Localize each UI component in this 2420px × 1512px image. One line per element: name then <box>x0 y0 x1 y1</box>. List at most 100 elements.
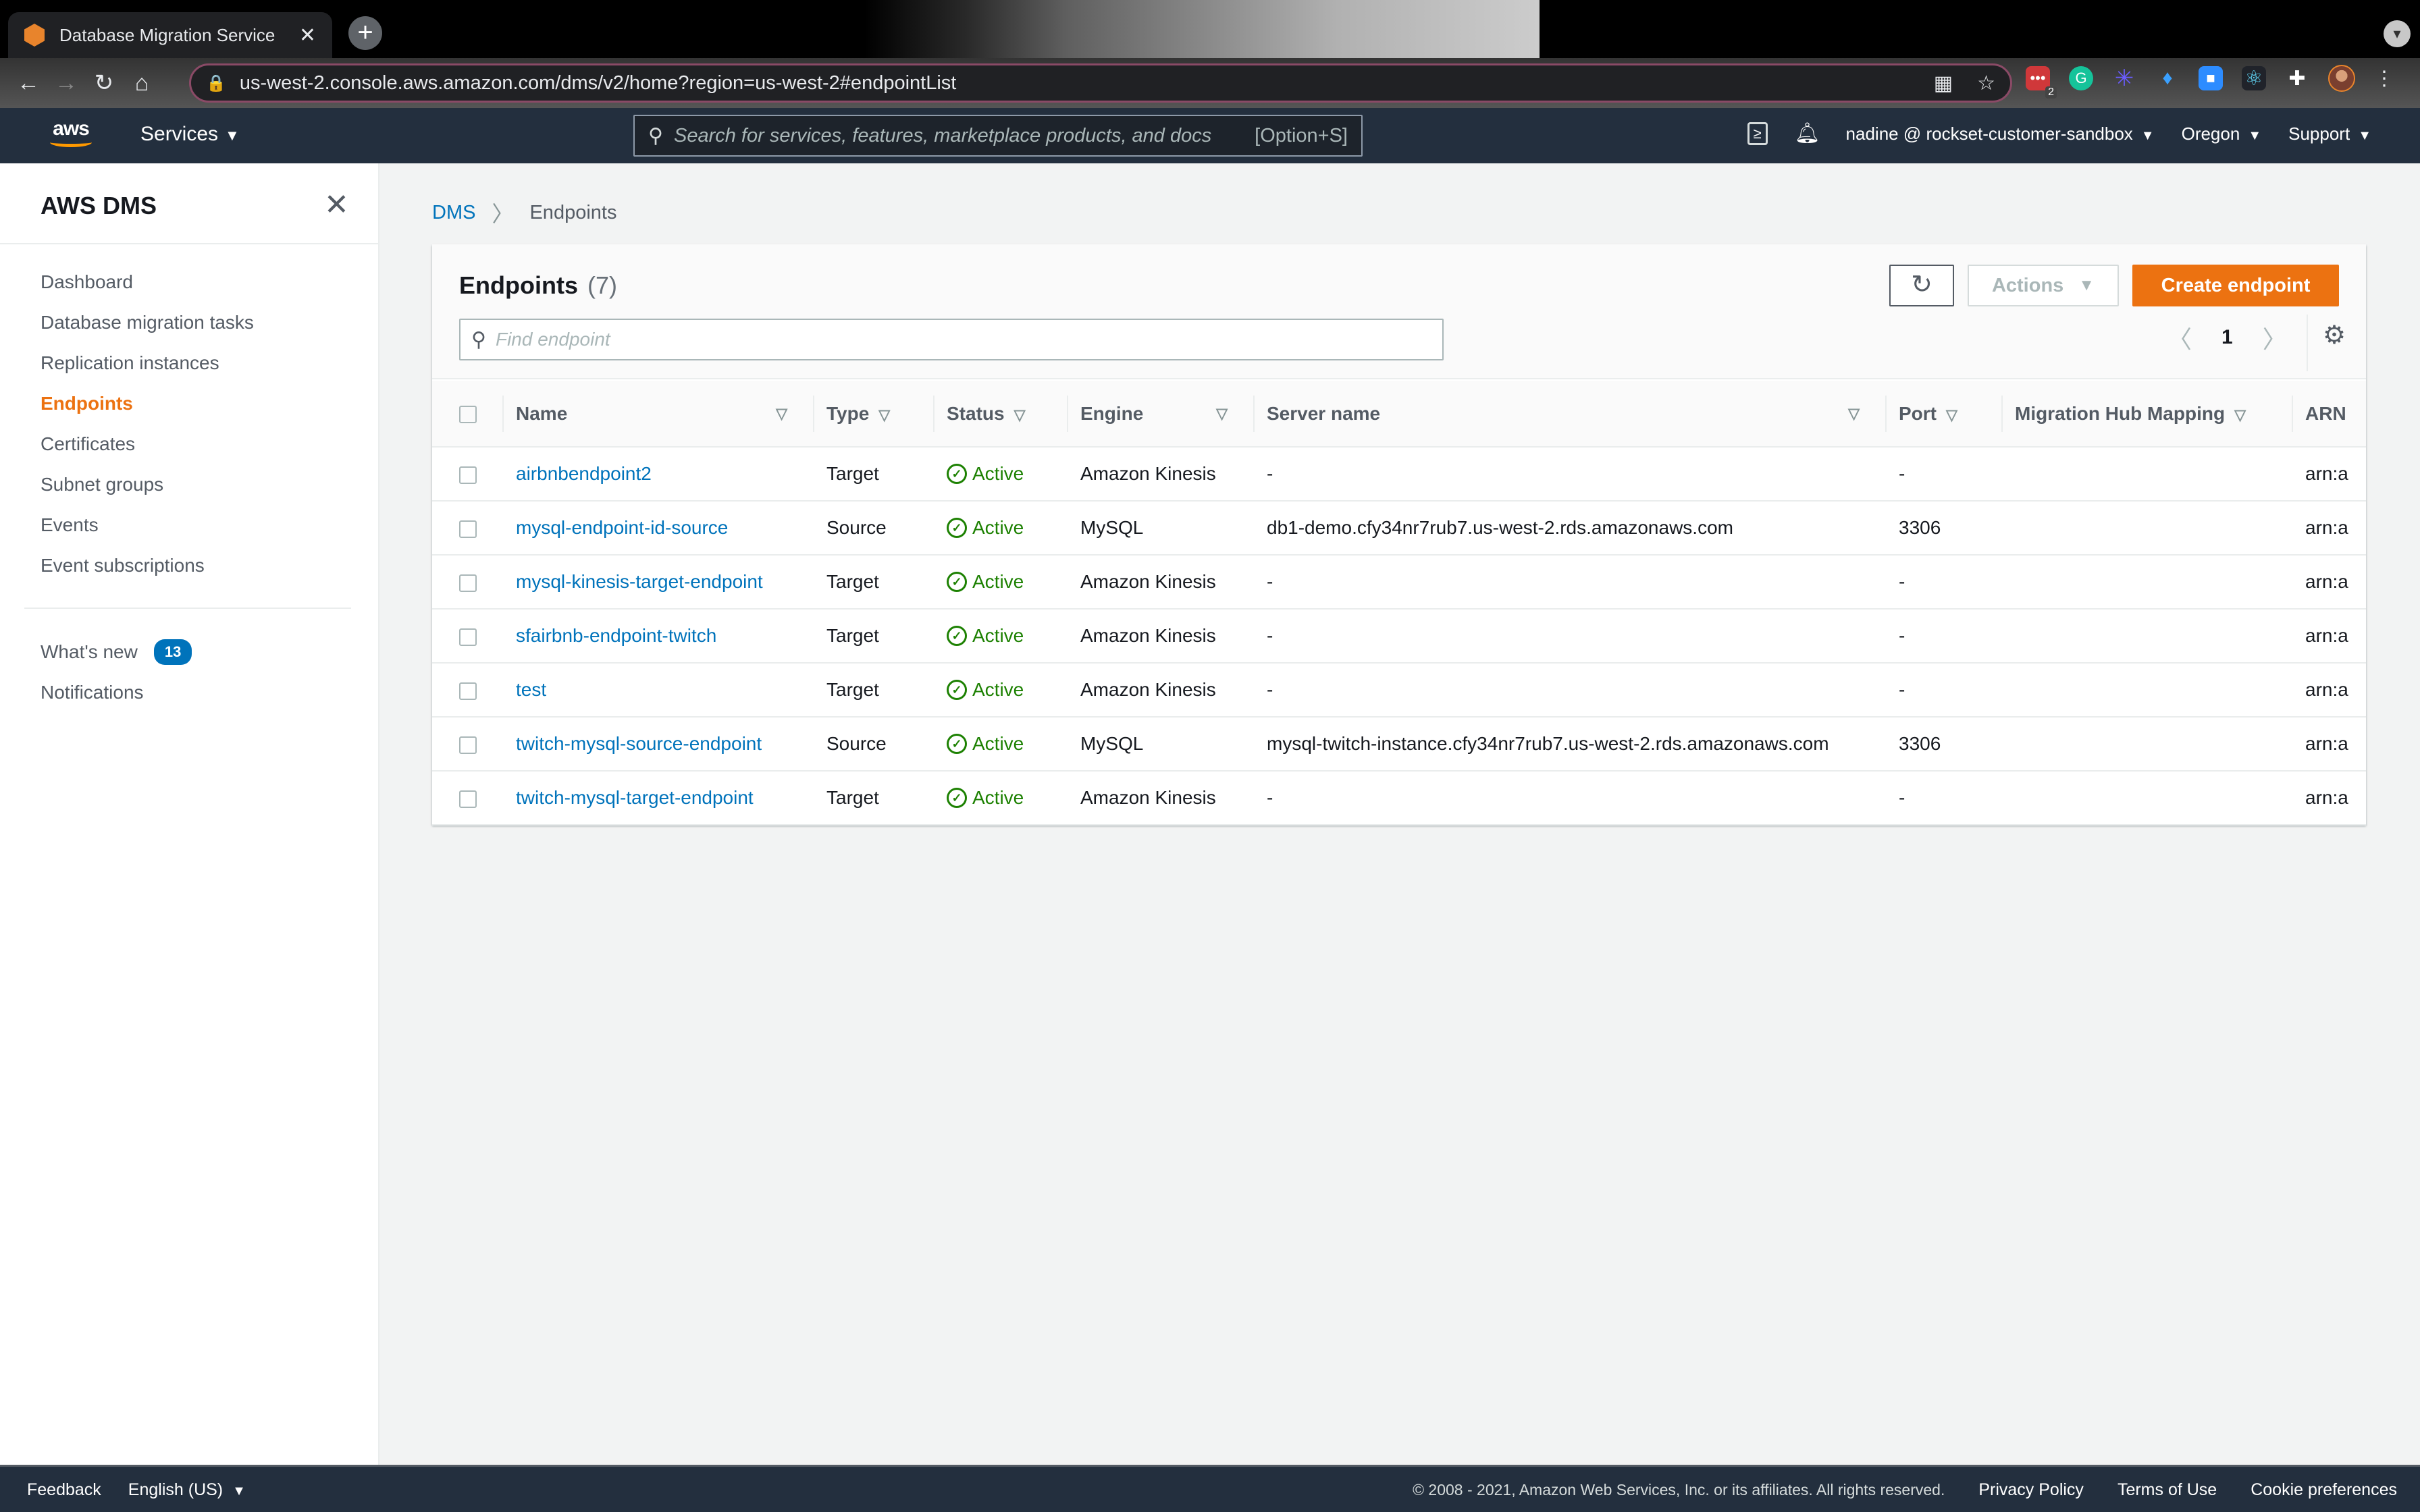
row-checkbox[interactable] <box>459 466 477 484</box>
column-header-port[interactable]: Port ▽ <box>1887 381 2003 447</box>
check-circle-icon: ✓ <box>947 626 967 646</box>
sidebar-item-dashboard[interactable]: Dashboard <box>41 262 254 302</box>
new-tab-button[interactable]: + <box>348 16 382 50</box>
qr-code-icon[interactable]: ▦ <box>1934 72 1953 95</box>
reload-icon[interactable]: ↻ <box>85 70 123 97</box>
table-row[interactable]: airbnbendpoint2 Target ✓ Active Amazon Kines… <box>432 447 2366 501</box>
cell-name[interactable]: twitch-mysql-source-endpoint <box>504 717 814 771</box>
asterisk-extension-icon[interactable]: ✳ <box>2112 65 2136 91</box>
privacy-policy-link[interactable]: Privacy Policy <box>1978 1480 2084 1500</box>
row-checkbox[interactable] <box>459 520 477 538</box>
sort-icon[interactable]: ▽ <box>2234 406 2246 423</box>
pin-extension-icon[interactable]: ♦ <box>2155 66 2180 90</box>
forward-icon[interactable]: → <box>47 70 85 97</box>
cell-type: Target <box>826 787 879 808</box>
sidebar-item-event-subscriptions[interactable]: Event subscriptions <box>41 545 254 586</box>
sidebar-item-endpoints[interactable]: Endpoints <box>41 383 254 424</box>
account-menu[interactable]: nadine @ rockset-customer-sandbox ▼ <box>1846 124 2155 144</box>
sort-icon[interactable]: ▽ <box>1014 406 1026 423</box>
table-row[interactable]: twitch-mysql-source-endpoint Source ✓ Activ… <box>432 717 2366 771</box>
column-header-migration-hub[interactable]: Migration Hub Mapping ▽ <box>2003 381 2293 447</box>
profile-avatar[interactable] <box>2328 65 2355 92</box>
bookmark-star-icon[interactable]: ☆ <box>1977 72 1995 95</box>
close-icon[interactable]: ✕ <box>324 188 349 222</box>
sidebar-item-events[interactable]: Events <box>41 505 254 545</box>
table-row[interactable]: sfairbnb-endpoint-twitch Target ✓ Active Ama… <box>432 609 2366 663</box>
gear-icon[interactable]: ⚙ <box>2323 320 2346 350</box>
aws-logo[interactable]: aws <box>47 119 95 153</box>
table-row[interactable]: twitch-mysql-target-endpoint Target ✓ Activ… <box>432 771 2366 825</box>
sort-icon[interactable]: ▽ <box>1946 406 1957 423</box>
breadcrumb-dms[interactable]: DMS <box>432 202 475 224</box>
support-menu[interactable]: Support ▼ <box>2288 124 2371 144</box>
lastpass-extension-icon[interactable]: ••• 2 <box>2026 66 2057 99</box>
sidebar-item-subnet-groups[interactable]: Subnet groups <box>41 464 254 505</box>
cell-name[interactable]: test <box>504 663 814 717</box>
cell-name[interactable]: sfairbnb-endpoint-twitch <box>504 609 814 663</box>
row-checkbox[interactable] <box>459 682 477 700</box>
refresh-button[interactable]: ↻ <box>1889 265 1954 306</box>
actions-button[interactable]: Actions ▼ <box>1968 265 2119 306</box>
cell-name[interactable]: mysql-kinesis-target-endpoint <box>504 555 814 609</box>
browser-tab[interactable]: Database Migration Service ✕ <box>8 12 332 58</box>
sort-icon[interactable]: ▽ <box>1848 405 1860 423</box>
sidebar-item-certificates[interactable]: Certificates <box>41 424 254 464</box>
row-select-cell <box>432 663 504 717</box>
cell-status: ✓ Active <box>935 609 1068 663</box>
language-selector[interactable]: English (US) ▼ <box>128 1480 246 1500</box>
sidebar-item-notifications[interactable]: Notifications <box>41 672 192 713</box>
cell-name[interactable]: mysql-endpoint-id-source <box>504 501 814 555</box>
cell-name[interactable]: airbnbendpoint2 <box>504 447 814 501</box>
tab-close-icon[interactable]: ✕ <box>299 24 316 47</box>
cloudshell-icon[interactable]: ≥ <box>1747 122 1768 145</box>
region-menu[interactable]: Oregon ▼ <box>2182 124 2262 144</box>
column-header-status[interactable]: Status ▽ <box>935 381 1068 447</box>
zoom-extension-icon[interactable]: ■ <box>2199 66 2223 90</box>
sidebar-item-migration-tasks[interactable]: Database migration tasks <box>41 302 254 343</box>
row-checkbox[interactable] <box>459 790 477 808</box>
grammarly-extension-icon[interactable]: G <box>2069 66 2093 90</box>
sidebar-item-replication-instances[interactable]: Replication instances <box>41 343 254 383</box>
cell-type: Target <box>826 625 879 646</box>
table-row[interactable]: test Target ✓ Active Amazon Kinesis - - arn:a <box>432 663 2366 717</box>
url-text[interactable]: us-west-2.console.aws.amazon.com/dms/v2/… <box>240 72 1910 94</box>
terms-of-use-link[interactable]: Terms of Use <box>2118 1480 2217 1500</box>
find-endpoint-input[interactable] <box>495 329 1431 350</box>
services-menu[interactable]: Services ▼ <box>140 123 240 146</box>
feedback-link[interactable]: Feedback <box>27 1480 101 1500</box>
column-header-server-name[interactable]: Server name ▽ <box>1255 381 1887 447</box>
column-header-engine[interactable]: Engine ▽ <box>1068 381 1255 447</box>
bell-icon[interactable]: 🔔︎ <box>1795 122 1820 146</box>
sidebar-item-whats-new[interactable]: What's new 13 <box>41 632 192 672</box>
cell-name[interactable]: twitch-mysql-target-endpoint <box>504 771 814 825</box>
column-header-type[interactable]: Type ▽ <box>814 381 935 447</box>
table-row[interactable]: mysql-endpoint-id-source Source ✓ Active MyS… <box>432 501 2366 555</box>
global-search-input[interactable]: ⚲ Search for services, features, marketp… <box>633 115 1363 157</box>
find-endpoint-field[interactable]: ⚲ <box>459 319 1444 360</box>
row-checkbox[interactable] <box>459 736 477 754</box>
cookie-preferences-link[interactable]: Cookie preferences <box>2251 1480 2397 1500</box>
sort-icon[interactable]: ▽ <box>1216 405 1228 423</box>
back-icon[interactable]: ← <box>9 70 47 97</box>
row-checkbox[interactable] <box>459 574 477 592</box>
column-header-arn[interactable]: ARN <box>2293 381 2366 447</box>
next-page-icon[interactable]: 〉 <box>2263 320 2287 355</box>
row-checkbox[interactable] <box>459 628 477 646</box>
home-icon[interactable]: ⌂ <box>123 70 161 97</box>
react-devtools-extension-icon[interactable]: ⚛ <box>2242 66 2266 90</box>
create-endpoint-button[interactable]: Create endpoint <box>2132 265 2339 306</box>
sort-icon[interactable]: ▽ <box>776 405 787 423</box>
column-header-name[interactable]: Name ▽ <box>504 381 814 447</box>
address-bar[interactable]: 🔒 us-west-2.console.aws.amazon.com/dms/v… <box>189 63 2012 103</box>
current-page[interactable]: 1 <box>2221 326 2233 349</box>
cell-status: ✓ Active <box>935 771 1068 825</box>
tab-search-button[interactable]: ▾ <box>2384 20 2411 47</box>
sort-icon[interactable]: ▽ <box>878 406 890 423</box>
aws-top-nav: aws Services ▼ ⚲ Search for services, fea… <box>0 108 2420 163</box>
puzzle-extensions-icon[interactable]: ✚ <box>2285 66 2309 90</box>
browser-menu-icon[interactable]: ⋮ <box>2374 67 2394 90</box>
previous-page-icon[interactable]: 〈 <box>2167 320 2192 355</box>
table-row[interactable]: mysql-kinesis-target-endpoint Target ✓ Acti… <box>432 555 2366 609</box>
caret-down-icon: ▼ <box>2358 128 2371 143</box>
select-all-checkbox[interactable] <box>459 406 477 424</box>
